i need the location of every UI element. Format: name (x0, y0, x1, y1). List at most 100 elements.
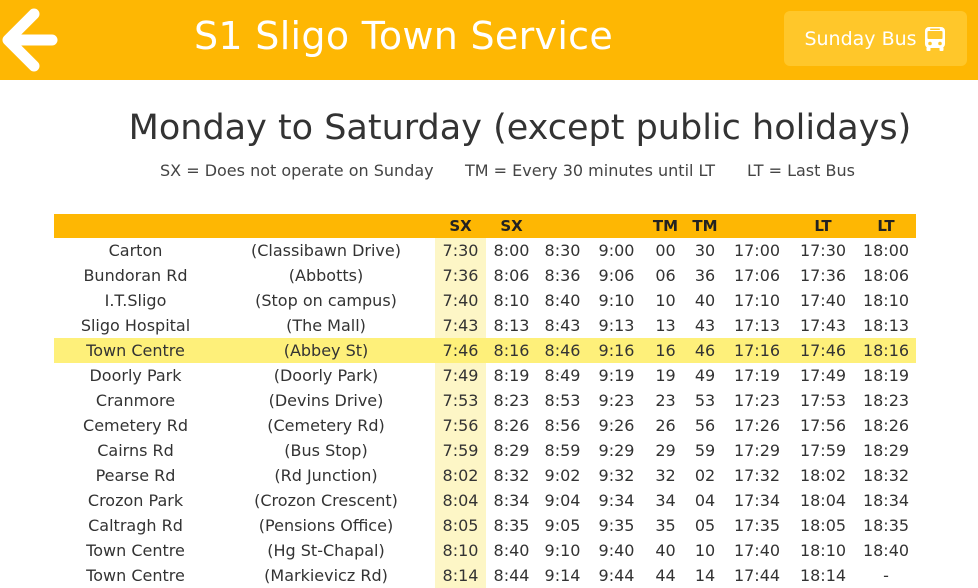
departure-time: 17:43 (799, 316, 847, 335)
departure-time: 9:23 (598, 391, 635, 410)
departure-time: 9:04 (544, 491, 581, 510)
departure-time: 7:59 (435, 438, 486, 463)
table-row: Crozon Park (Crozon Crescent) 8:04 8:34 9:04… (54, 488, 916, 513)
departure-time: 9:32 (598, 466, 635, 485)
stop-location: (Abbey St) (217, 338, 435, 363)
departure-time: 17:59 (799, 441, 847, 460)
departure-time: 8:34 (493, 491, 530, 510)
departure-time: 9:34 (598, 491, 635, 510)
departure-time: 17:53 (799, 391, 847, 410)
departure-time: 9:14 (544, 566, 581, 585)
departure-time: 18:34 (862, 491, 910, 510)
departure-time: 8:36 (544, 266, 581, 285)
stop-location: (Classibawn Drive) (251, 241, 401, 260)
legend-lt: LT = Last Bus (747, 161, 855, 180)
departure-time: 49 (694, 366, 716, 385)
departure-time: 17:35 (733, 516, 781, 535)
column-header: LT (790, 214, 856, 238)
column-header: SX (486, 214, 537, 238)
departure-time: 9:05 (544, 516, 581, 535)
departure-time: 8:49 (544, 366, 581, 385)
stop-location: (Abbotts) (288, 266, 364, 285)
stop-name: Cranmore (95, 391, 176, 410)
departure-time: 29 (655, 441, 676, 460)
legend-sx: SX = Does not operate on Sunday (160, 161, 434, 180)
departure-time: 9:29 (598, 441, 635, 460)
table-row: Bundoran Rd (Abbotts) 7:36 8:06 8:36 9:06 06 36… (54, 263, 916, 288)
departure-time: 8:23 (493, 391, 530, 410)
departure-time: 44 (655, 566, 676, 585)
departure-time: - (883, 566, 889, 585)
departure-time: 9:10 (544, 541, 581, 560)
departure-time: 05 (694, 516, 716, 535)
departure-time: 8:40 (493, 541, 530, 560)
departure-time: 17:10 (733, 291, 781, 310)
table-row: Town Centre (Markievicz Rd) 8:14 8:44 9:14 9:… (54, 563, 916, 588)
departure-time: 23 (655, 391, 676, 410)
table-row: Doorly Park (Doorly Park) 7:49 8:19 8:49 9:19… (54, 363, 916, 388)
table-row: I.T.Sligo (Stop on campus) 7:40 8:10 8:40 9:1… (54, 288, 916, 313)
timetable-header-row: SX SX TM TM LT LT (54, 214, 916, 238)
departure-time: 36 (694, 266, 716, 285)
back-button[interactable] (0, 6, 60, 74)
departure-time: 17:29 (733, 441, 781, 460)
departure-time: 9:06 (598, 266, 635, 285)
stop-name: Pearse Rd (95, 466, 176, 485)
column-header: TM (645, 214, 686, 238)
departure-time: 18:06 (862, 266, 910, 285)
departure-time: 8:35 (493, 516, 530, 535)
stop-name: Crozon Park (87, 491, 184, 510)
departure-time: 18:35 (862, 516, 910, 535)
departure-time: 14 (694, 566, 716, 585)
departure-time: 34 (655, 491, 676, 510)
departure-time: 7:40 (435, 288, 486, 313)
table-row: Carton (Classibawn Drive) 7:30 8:00 8:30 9:00… (54, 238, 916, 263)
stop-location: (The Mall) (286, 316, 366, 335)
departure-time: 17:00 (733, 241, 781, 260)
departure-time: 18:13 (862, 316, 910, 335)
departure-time: 7:53 (435, 388, 486, 413)
departure-time: 17:40 (799, 291, 847, 310)
departure-time: 18:29 (862, 441, 910, 460)
departure-time: 9:10 (598, 291, 635, 310)
stop-name: Sligo Hospital (80, 316, 191, 335)
table-row: Caltragh Rd (Pensions Office) 8:05 8:35 9:05… (54, 513, 916, 538)
departure-time: 18:19 (862, 366, 910, 385)
departure-time: 18:10 (862, 291, 910, 310)
sunday-bus-button[interactable]: Sunday Bus (784, 11, 967, 66)
stop-name: Town Centre (54, 338, 217, 363)
departure-time: 8:10 (493, 291, 530, 310)
departure-time: 46 (686, 338, 724, 363)
column-header: TM (686, 214, 724, 238)
header-bar: S1 Sligo Town Service Sunday Bus (0, 0, 978, 80)
timetable: SX SX TM TM LT LT Carton (Classibawn Driv… (54, 214, 916, 588)
departure-time: 8:16 (486, 338, 537, 363)
schedule-heading: Monday to Saturday (except public holida… (128, 108, 912, 148)
table-row: Sligo Hospital (The Mall) 7:43 8:13 8:43 9:13… (54, 313, 916, 338)
departure-time: 18:23 (862, 391, 910, 410)
departure-time: 56 (694, 416, 716, 435)
bus-icon (924, 26, 945, 51)
departure-time: 17:30 (799, 241, 847, 260)
stop-name: Cemetery Rd (83, 416, 188, 435)
departure-time: 18:04 (799, 491, 847, 510)
departure-time: 9:02 (544, 466, 581, 485)
departure-time: 06 (655, 266, 676, 285)
table-row: Cairns Rd (Bus Stop) 7:59 8:29 8:59 9:29 29 59 1… (54, 438, 916, 463)
departure-time: 7:30 (435, 238, 486, 263)
stop-location: (Cemetery Rd) (267, 416, 385, 435)
stop-location: (Pensions Office) (258, 516, 394, 535)
departure-time: 8:53 (544, 391, 581, 410)
stop-name: Carton (108, 241, 163, 260)
departure-time: 35 (655, 516, 676, 535)
stop-name: Bundoran Rd (83, 266, 188, 285)
arrow-left-icon (2, 8, 58, 72)
stop-name: Town Centre (86, 541, 185, 560)
departure-time: 8:13 (493, 316, 530, 335)
departure-time: 8:14 (435, 563, 486, 588)
departure-time: 18:00 (862, 241, 910, 260)
stop-location: (Rd Junction) (274, 466, 378, 485)
departure-time: 9:00 (598, 241, 635, 260)
departure-time: 9:16 (588, 338, 645, 363)
departure-time: 7:43 (435, 313, 486, 338)
